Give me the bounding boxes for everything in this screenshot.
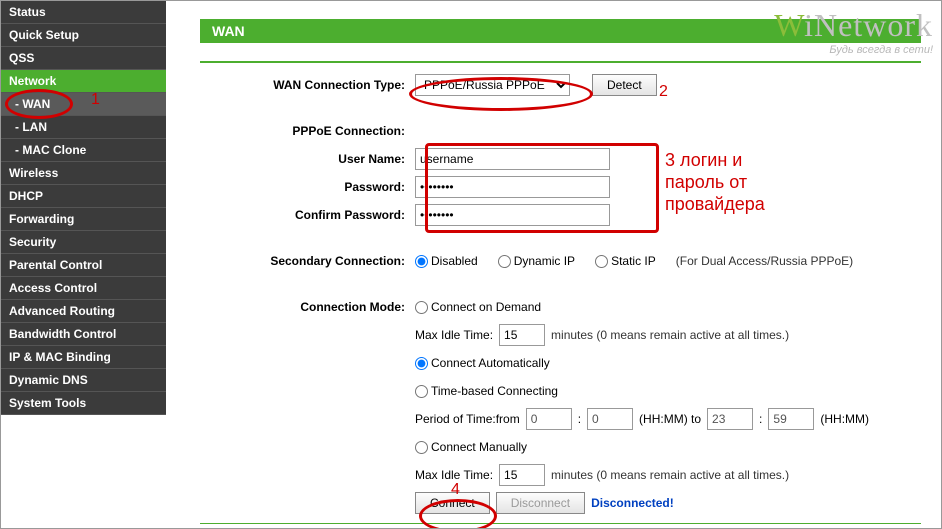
- wan-conn-type-select[interactable]: PPPoE/Russia PPPoE: [415, 74, 570, 96]
- sec-note: (For Dual Access/Russia PPPoE): [676, 254, 853, 268]
- sidebar-item-dynamic-dns[interactable]: Dynamic DNS: [1, 369, 166, 392]
- sec-disabled-radio[interactable]: Disabled: [415, 254, 478, 268]
- confirm-password-input[interactable]: [415, 204, 610, 226]
- mode-auto-radio[interactable]: Connect Automatically: [415, 356, 550, 370]
- password-input[interactable]: [415, 176, 610, 198]
- sidebar-item-system-tools[interactable]: System Tools: [1, 392, 166, 415]
- sidebar-item--lan[interactable]: - LAN: [1, 116, 166, 139]
- sidebar-item-wireless[interactable]: Wireless: [1, 162, 166, 185]
- period-to-h[interactable]: [707, 408, 753, 430]
- detect-button[interactable]: Detect: [592, 74, 657, 96]
- divider: [200, 61, 921, 63]
- sidebar: StatusQuick SetupQSSNetwork- WAN- LAN- M…: [1, 1, 166, 528]
- period-label: Period of Time:from: [415, 412, 520, 426]
- sidebar-item-status[interactable]: Status: [1, 1, 166, 24]
- sidebar-item-access-control[interactable]: Access Control: [1, 277, 166, 300]
- sidebar-item-parental-control[interactable]: Parental Control: [1, 254, 166, 277]
- connection-status: Disconnected!: [591, 496, 674, 510]
- period-from-m[interactable]: [587, 408, 633, 430]
- pppoe-section-label: PPPoE Connection:: [200, 124, 415, 138]
- sidebar-item-qss[interactable]: QSS: [1, 47, 166, 70]
- mode-manual-radio[interactable]: Connect Manually: [415, 440, 527, 454]
- idle-time-input-2[interactable]: [499, 464, 545, 486]
- username-input[interactable]: [415, 148, 610, 170]
- idle-note: minutes (0 means remain active at all ti…: [551, 328, 789, 342]
- sidebar-item-bandwidth-control[interactable]: Bandwidth Control: [1, 323, 166, 346]
- wan-conn-type-label: WAN Connection Type:: [200, 78, 415, 92]
- period-from-h[interactable]: [526, 408, 572, 430]
- idle-time-input[interactable]: [499, 324, 545, 346]
- divider: [200, 523, 921, 524]
- period-end: (HH:MM): [820, 412, 869, 426]
- sidebar-item-quick-setup[interactable]: Quick Setup: [1, 24, 166, 47]
- sidebar-item--wan[interactable]: - WAN: [1, 93, 166, 116]
- confirm-password-label: Confirm Password:: [200, 208, 415, 222]
- idle-note-2: minutes (0 means remain active at all ti…: [551, 468, 789, 482]
- idle-label-2: Max Idle Time:: [415, 468, 493, 482]
- secondary-conn-label: Secondary Connection:: [200, 254, 415, 268]
- mode-on-demand-radio[interactable]: Connect on Demand: [415, 300, 541, 314]
- period-to-m[interactable]: [768, 408, 814, 430]
- sec-static-radio[interactable]: Static IP: [595, 254, 656, 268]
- password-label: Password:: [200, 180, 415, 194]
- page-title: WAN: [200, 19, 921, 43]
- sec-dynamic-radio[interactable]: Dynamic IP: [498, 254, 575, 268]
- content-pane: WAN WAN Connection Type: PPPoE/Russia PP…: [166, 1, 941, 528]
- idle-label: Max Idle Time:: [415, 328, 493, 342]
- sidebar-item-forwarding[interactable]: Forwarding: [1, 208, 166, 231]
- sidebar-item-network[interactable]: Network: [1, 70, 166, 93]
- period-mid: (HH:MM) to: [639, 412, 701, 426]
- conn-mode-label: Connection Mode:: [200, 300, 415, 314]
- sidebar-item-advanced-routing[interactable]: Advanced Routing: [1, 300, 166, 323]
- sidebar-item-dhcp[interactable]: DHCP: [1, 185, 166, 208]
- sidebar-item-ip-mac-binding[interactable]: IP & MAC Binding: [1, 346, 166, 369]
- disconnect-button[interactable]: Disconnect: [496, 492, 585, 514]
- mode-time-radio[interactable]: Time-based Connecting: [415, 384, 558, 398]
- sidebar-item-security[interactable]: Security: [1, 231, 166, 254]
- username-label: User Name:: [200, 152, 415, 166]
- sidebar-item--mac-clone[interactable]: - MAC Clone: [1, 139, 166, 162]
- connect-button[interactable]: Connect: [415, 492, 490, 514]
